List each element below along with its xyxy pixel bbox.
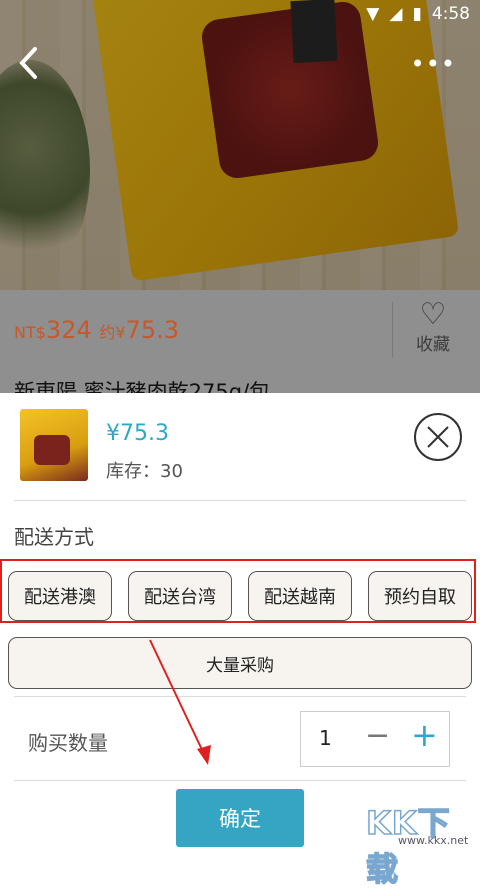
heart-plus-icon: ♡ [419, 297, 447, 332]
shipping-option-vietnam[interactable]: 配送越南 [248, 571, 352, 621]
divider [14, 500, 466, 501]
product-thumbnail [20, 409, 88, 481]
confirm-button[interactable]: 确定 [176, 789, 304, 847]
quantity-label: 购买数量 [28, 731, 108, 755]
minus-icon[interactable]: − [365, 718, 390, 753]
watermark-url: www.kkx.net [398, 834, 469, 847]
quantity-stepper: 1 − + [300, 711, 450, 767]
bulk-purchase-button[interactable]: 大量采购 [8, 637, 472, 689]
shipping-option-pickup[interactable]: 预约自取 [368, 571, 472, 621]
price-currency: NT$ [14, 323, 46, 342]
price-text: NT$324 约¥75.3 [14, 316, 179, 344]
favorite-button[interactable]: ♡ 收藏 [402, 297, 464, 356]
shipping-label: 配送方式 [14, 525, 94, 549]
purchase-sheet: ¥75.3 库存：30 配送方式 配送港澳 配送台湾 配送越南 预约自取 大量采… [0, 393, 480, 854]
divider [14, 780, 466, 781]
status-bar: ▼ ◢ ▮ 4:58 [366, 4, 470, 24]
stock-text: 库存：30 [106, 461, 183, 482]
shipping-option-taiwan[interactable]: 配送台湾 [128, 571, 232, 621]
more-icon[interactable]: ••• [411, 50, 456, 78]
divider [392, 302, 393, 358]
status-time: 4:58 [431, 4, 470, 24]
plus-icon[interactable]: + [411, 716, 438, 754]
approx-prefix: 约¥ [99, 323, 126, 342]
sheet-price: ¥75.3 [106, 421, 169, 446]
price-row: NT$324 约¥75.3 ♡ 收藏 [0, 290, 480, 370]
price-value: 324 [45, 316, 92, 344]
close-icon[interactable] [414, 413, 462, 461]
favorite-label: 收藏 [416, 335, 450, 355]
watermark: KK下载 www.kkx.net [354, 796, 474, 889]
approx-price: 75.3 [125, 316, 179, 344]
product-image [0, 0, 480, 290]
back-arrow-icon[interactable] [18, 46, 48, 86]
shipping-option-hk-macau[interactable]: 配送港澳 [8, 571, 112, 621]
divider [14, 696, 466, 697]
battery-icon: ▮ [412, 4, 422, 24]
overlay-dim [0, 0, 480, 290]
signal-icon: ▼ [366, 4, 380, 24]
wifi-icon: ◢ [389, 4, 403, 24]
quantity-value[interactable]: 1 [319, 726, 332, 750]
